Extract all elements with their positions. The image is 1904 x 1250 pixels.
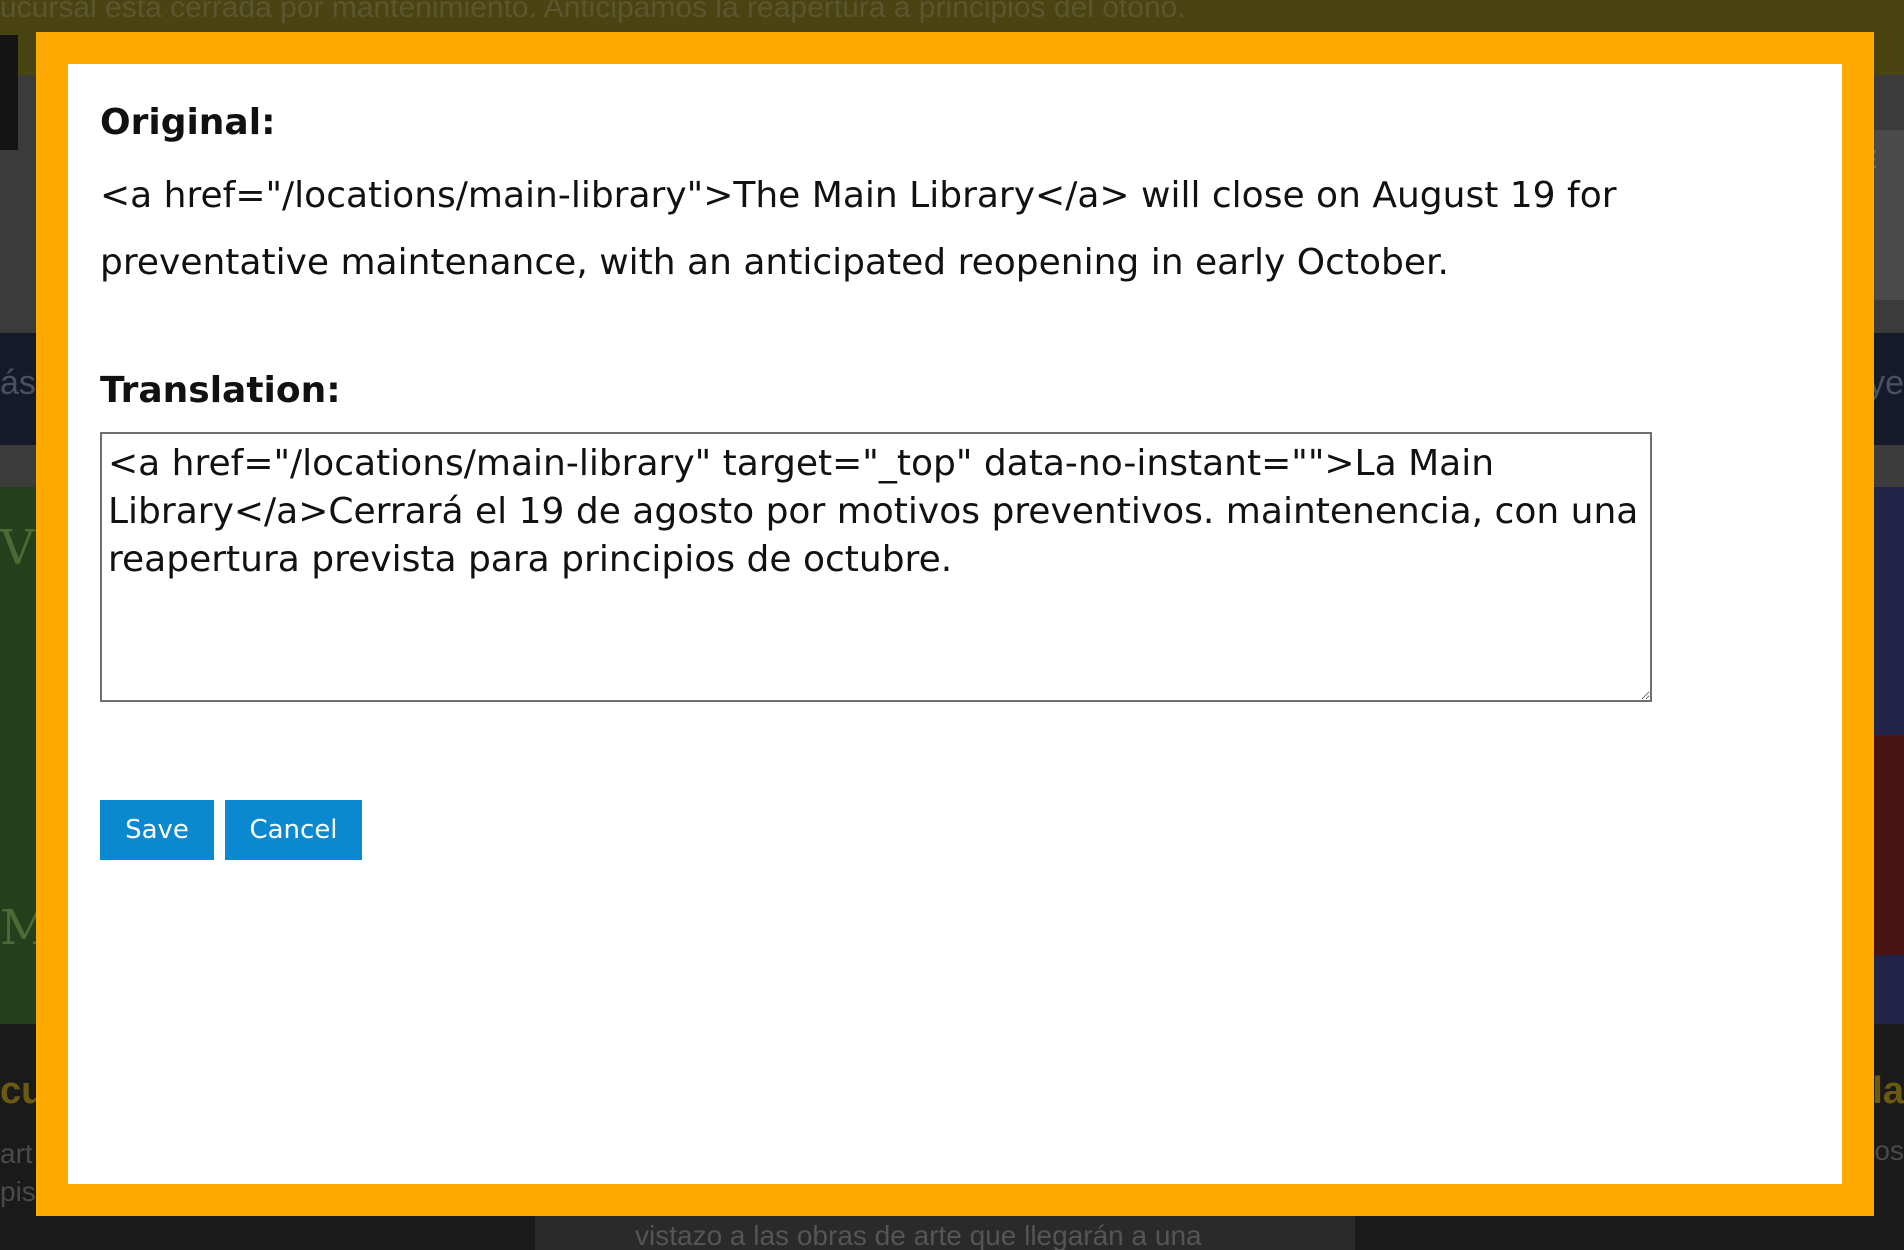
background-nav-left: ás <box>0 364 36 402</box>
background-bottom-right-text: os <box>1874 1135 1904 1166</box>
background-alert-text: ucursal está cerrada por mantenimiento. … <box>0 0 1186 24</box>
background-bottom-right-heading: la <box>1872 1070 1904 1112</box>
background-alert-tab <box>0 35 18 150</box>
background-hero-right-accent <box>1870 735 1904 955</box>
translation-dialog: Original: <a href="/locations/main-libra… <box>68 64 1842 1184</box>
save-button[interactable]: Save <box>100 800 214 860</box>
original-text: <a href="/locations/main-library">The Ma… <box>100 175 1617 283</box>
background-bottom-left-text: art pis <box>0 1135 36 1211</box>
background-bottom-left-line-1: art <box>0 1138 33 1169</box>
translation-label: Translation: <box>100 370 341 411</box>
background-bottom-left-line-2: pis <box>0 1176 36 1207</box>
original-label: Original: <box>100 102 276 143</box>
cancel-button[interactable]: Cancel <box>225 800 362 860</box>
translation-textarea[interactable]: <a href="/locations/main-library" target… <box>100 432 1652 702</box>
background-card-text: vistazo a las obras de arte que llegarán… <box>635 1220 1202 1250</box>
screen: ucursal está cerrada por mantenimiento. … <box>0 0 1904 1250</box>
